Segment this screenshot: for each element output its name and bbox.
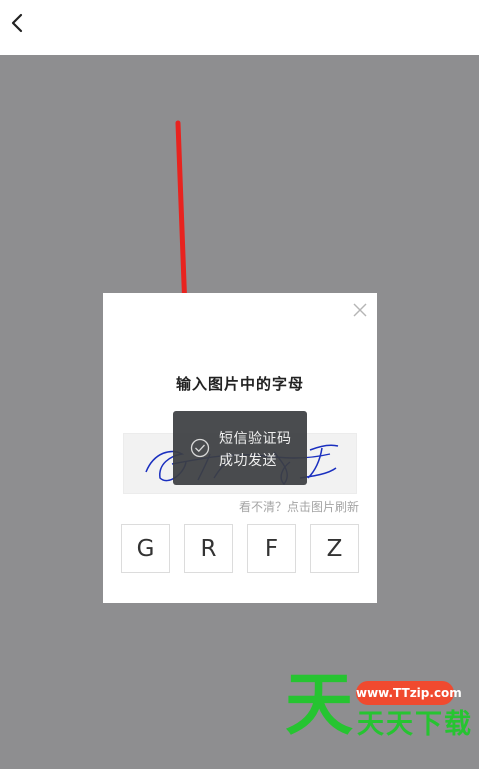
- close-icon: [353, 303, 367, 317]
- code-cell-1[interactable]: G: [121, 524, 170, 573]
- chevron-left-icon: [11, 13, 23, 33]
- watermark-text: 天天下载: [357, 709, 473, 740]
- top-bar: [0, 0, 479, 55]
- back-button[interactable]: [4, 8, 30, 38]
- code-cell-4[interactable]: Z: [310, 524, 359, 573]
- code-cell-3[interactable]: F: [247, 524, 296, 573]
- toast-line-2: 成功发送: [219, 453, 277, 469]
- refresh-hint-link[interactable]: 看不清？点击图片刷新: [239, 498, 359, 515]
- toast-message: 短信验证码 成功发送: [219, 428, 292, 472]
- close-button[interactable]: [351, 301, 369, 319]
- code-input-row: G R F Z: [121, 524, 359, 575]
- watermark-logo-glyph: 天: [285, 666, 354, 745]
- watermark-url: www.TTzip.com: [356, 681, 462, 705]
- sms-sent-toast: 短信验证码 成功发送: [173, 411, 307, 485]
- check-circle-icon: [190, 438, 210, 458]
- dialog-title: 输入图片中的字母: [175, 375, 304, 393]
- code-cell-2[interactable]: R: [184, 524, 233, 573]
- toast-line-1: 短信验证码: [219, 431, 292, 447]
